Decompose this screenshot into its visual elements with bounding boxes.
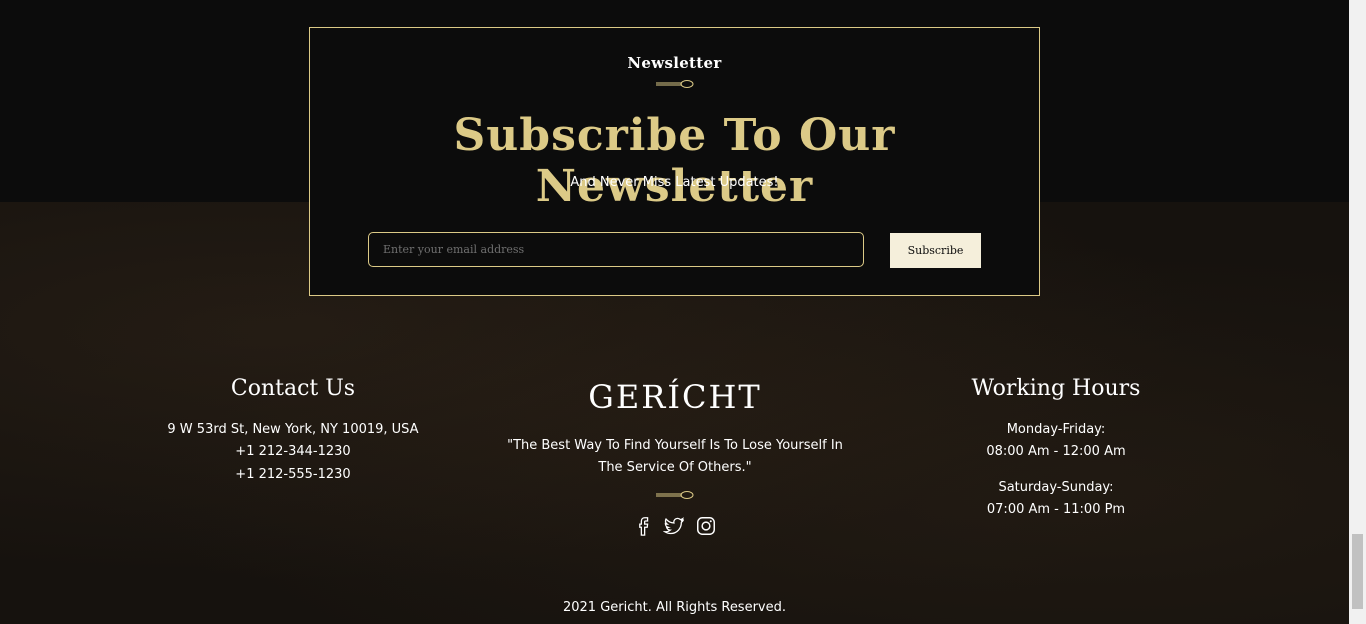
spoon-divider-icon — [656, 80, 694, 88]
twitter-icon[interactable] — [663, 515, 685, 537]
weekdays-label: Monday-Friday: — [1006, 422, 1106, 437]
email-input[interactable] — [368, 232, 864, 267]
spoon-divider-icon — [656, 491, 694, 499]
contact-title: Contact Us — [230, 376, 356, 401]
contact-phone-1[interactable]: +1 212-344-1230 — [143, 441, 443, 463]
instagram-icon[interactable] — [695, 515, 717, 537]
page-scrollbar[interactable] — [1349, 0, 1366, 624]
copyright-text: 2021 Gericht. All Rights Reserved. — [562, 600, 787, 615]
newsletter-subheading: Newsletter — [627, 54, 722, 72]
facebook-icon[interactable] — [632, 515, 654, 537]
brand-quote: "The Best Way To Find Yourself Is To Los… — [495, 435, 855, 479]
scrollbar-thumb[interactable] — [1352, 534, 1363, 609]
brand-logo[interactable]: GERÍCHT — [475, 378, 875, 416]
newsletter-title: Subscribe To Our Newsletter — [453, 110, 896, 212]
hours-title: Working Hours — [971, 376, 1141, 401]
weekend-label: Saturday-Sunday: — [998, 480, 1114, 495]
contact-phone-2[interactable]: +1 212-555-1230 — [143, 464, 443, 486]
weekend-time: 07:00 Am - 11:00 Pm — [986, 502, 1126, 517]
newsletter-card: Newsletter Subscribe To Our Newsletter A… — [309, 27, 1040, 296]
contact-address: 9 W 53rd St, New York, NY 10019, USA — [167, 422, 419, 437]
weekdays-time: 08:00 Am - 12:00 Am — [986, 444, 1126, 459]
subscribe-button[interactable]: Subscribe — [890, 233, 981, 268]
newsletter-tagline: And Never Miss Latest Updates! — [570, 175, 779, 190]
brand-quote-line-1: "The Best Way To Find Yourself Is To Los… — [507, 438, 843, 453]
brand-quote-line-2: The Service Of Others." — [598, 460, 752, 475]
